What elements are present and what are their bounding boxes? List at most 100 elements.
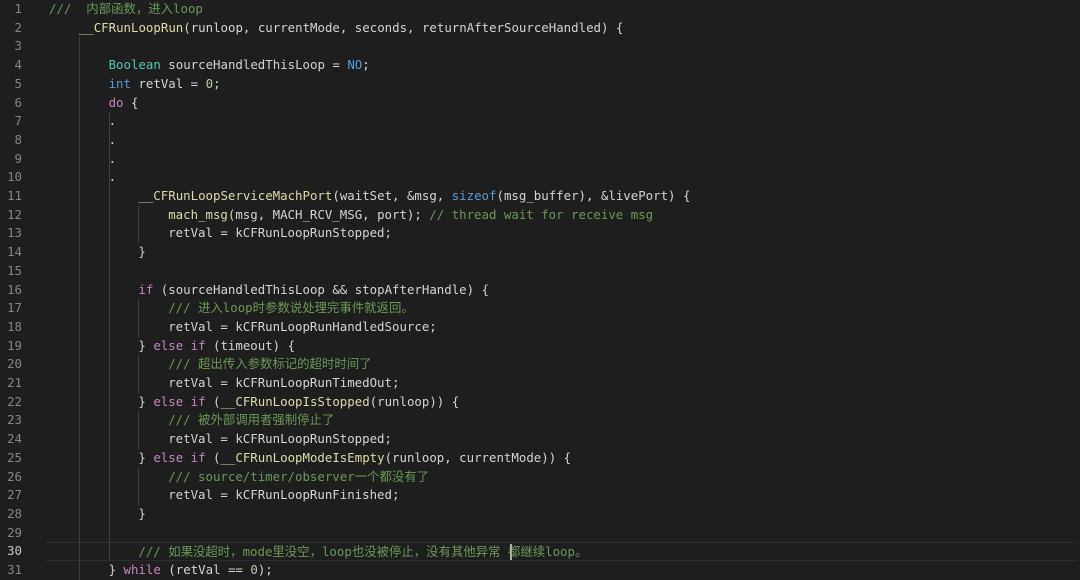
code-token: }: [138, 505, 146, 521]
code-line[interactable]: /// 如果没超时，mode里没空，loop也没被停止，没有其他异常 都继续lo…: [47, 542, 1077, 561]
line-number: 25: [7, 449, 22, 465]
code-token: retVal =: [130, 75, 206, 91]
line-number: 4: [14, 57, 22, 73]
line-number: 2: [14, 19, 22, 35]
line-number: 19: [7, 337, 22, 353]
line-number: 1: [14, 1, 22, 16]
code-token: 0: [205, 75, 214, 91]
code-line-content: Boolean sourceHandledThisLoop = NO;: [109, 56, 370, 75]
code-token: /// 被外部调用者强制停止了: [168, 412, 335, 428]
code-token: }: [138, 244, 146, 260]
code-token: (timeout) {: [205, 337, 296, 353]
line-number-gutter: 1 2 3 4 5 6 7 8 9 10 11 12 13 14 15 16 17 18 19 20 21 22 23 24 2…: [0, 0, 32, 579]
line-number: 24: [7, 431, 22, 447]
code-line-content: } else if (timeout) {: [138, 337, 295, 356]
line-number: 23: [7, 412, 22, 428]
text-cursor: [510, 543, 512, 560]
code-line-content: } while (retVal == 0);: [109, 561, 273, 580]
indent-guide: [138, 355, 140, 393]
line-number: 18: [7, 318, 22, 334]
line-number: 6: [14, 94, 22, 110]
code-line-content: __CFRunLoopServiceMachPort(waitSet, &msg…: [138, 187, 690, 206]
code-line-content: .: [109, 112, 116, 131]
code-line-content: /// 进入loop时参数说处理完事件就返回。: [168, 299, 414, 318]
line-number: 21: [7, 375, 22, 390]
line-number: 20: [7, 356, 22, 372]
code-token: /// 超出传入参数标记的超时时间了: [168, 356, 372, 372]
line-number: 15: [7, 262, 22, 278]
line-number: 3: [14, 38, 22, 54]
code-token: retVal = kCFRunLoopRunFinished;: [168, 487, 400, 503]
line-number: 10: [7, 169, 22, 185]
code-token: {: [123, 94, 139, 110]
line-number: 5: [14, 75, 22, 91]
code-line-content: } else if (__CFRunLoopModeIsEmpty(runloo…: [138, 449, 571, 468]
line-number: 13: [7, 225, 22, 241]
indent-guide: [138, 467, 140, 505]
code-token: retVal = kCFRunLoopRunTimedOut;: [168, 375, 400, 390]
code-editor[interactable]: 1 2 3 4 5 6 7 8 9 10 11 12 13 14 15 16 17 18 19 20 21 22 23 24 2…: [0, 0, 1080, 580]
code-line-content: mach_msg(msg, MACH_RCV_MSG, port); // th…: [168, 206, 653, 225]
code-token: mach_msg: [168, 206, 228, 222]
code-token: (runloop)) {: [369, 393, 460, 409]
line-number: 16: [7, 281, 22, 297]
line-number: 22: [7, 393, 22, 409]
code-line-content: if (sourceHandledThisLoop && stopAfterHa…: [138, 281, 489, 300]
code-token: .: [108, 113, 117, 129]
code-token: }: [108, 562, 124, 577]
line-number: 11: [7, 188, 22, 203]
indent-guide: [78, 37, 80, 580]
code-token: .: [108, 169, 117, 185]
code-token: __CFRunLoopServiceMachPort: [138, 188, 333, 203]
code-line-content: retVal = kCFRunLoopRunFinished;: [168, 486, 399, 505]
line-number: 14: [7, 244, 22, 260]
code-token: ;: [213, 75, 221, 91]
line-number: 26: [7, 468, 22, 484]
code-token: }: [138, 449, 154, 465]
code-token: retVal = kCFRunLoopRunHandledSource;: [168, 318, 437, 334]
code-line-content: }: [138, 505, 145, 524]
indent-guide: [138, 411, 140, 449]
code-token: if: [138, 281, 154, 297]
line-number: 7: [14, 113, 22, 129]
indent-guide: [138, 299, 140, 337]
code-token: (: [205, 393, 221, 409]
code-token: do: [108, 94, 124, 110]
indent-guide: [108, 112, 110, 561]
code-token: retVal = kCFRunLoopRunStopped;: [168, 431, 392, 447]
code-token: /// source/timer/observer一个都没有了: [168, 468, 430, 484]
code-line-content: retVal = kCFRunLoopRunStopped;: [168, 224, 392, 243]
code-line-content: }: [138, 243, 145, 262]
code-token: }: [138, 337, 154, 353]
code-line-content: int retVal = 0;: [109, 75, 221, 94]
code-token: __CFRunLoopRun: [78, 19, 184, 35]
code-token: sizeof: [451, 188, 497, 203]
code-line-content: __CFRunLoopRun(runloop, currentMode, sec…: [79, 19, 624, 38]
code-token: (msg, MACH_RCV_MSG, port);: [227, 206, 430, 222]
code-line-content: retVal = kCFRunLoopRunStopped;: [168, 430, 392, 449]
code-line-content: /// 被外部调用者强制停止了: [168, 411, 334, 430]
code-line-content: .: [109, 131, 116, 150]
code-area[interactable]: /// 内部函数，进入loop __CFRunLoopRun(runloop, c…: [47, 0, 1080, 580]
code-token: else if: [153, 337, 206, 353]
code-line-content: .: [109, 150, 116, 169]
code-token: 0: [250, 562, 258, 577]
code-token: __CFRunLoopIsStopped: [220, 393, 370, 409]
code-token: else if: [153, 449, 206, 465]
code-token: /// 如果没超时，mode里没空，loop也没被停止，没有其他异常: [138, 544, 508, 560]
code-line-content: /// 超出传入参数标记的超时时间了: [168, 355, 371, 374]
code-line-content: /// source/timer/observer一个都没有了: [168, 468, 429, 487]
code-token: /// 进入loop时参数说处理完事件就返回。: [168, 300, 414, 316]
code-token: while: [123, 562, 161, 577]
line-number: 31: [7, 562, 22, 577]
line-number: 12: [7, 206, 22, 222]
code-line-content: /// 内部函数，进入loop: [49, 0, 203, 19]
code-token: (msg_buffer), &livePort) {: [496, 188, 691, 203]
code-line-content: retVal = kCFRunLoopRunTimedOut;: [168, 374, 399, 393]
code-token: (waitSet, &msg,: [332, 188, 452, 203]
code-token: (runloop, currentMode)) {: [384, 449, 572, 465]
code-token: 都继续loop。: [507, 544, 588, 560]
code-token: (runloop, currentMode, seconds, returnAf…: [183, 19, 624, 35]
line-number: 30: [7, 543, 22, 559]
code-token: (: [205, 449, 221, 465]
